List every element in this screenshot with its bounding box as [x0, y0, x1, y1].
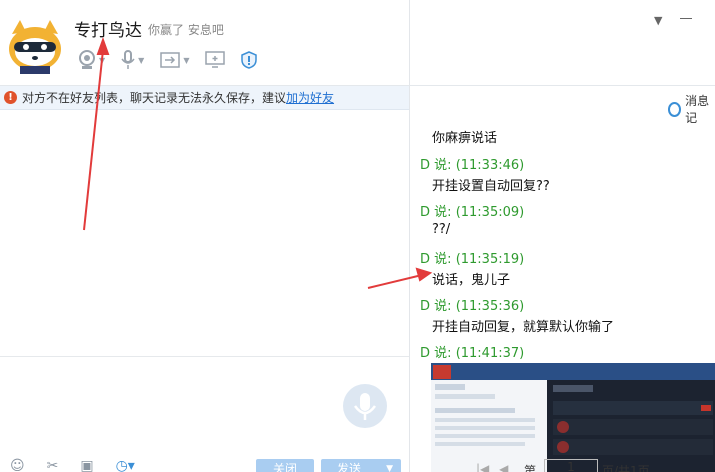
chat-window: 专打鸟达 你赢了 安息吧 ▼ ▼ ▼ ▼	[0, 0, 715, 472]
red-arrow-to-message	[367, 274, 423, 289]
red-arrowhead	[96, 37, 110, 55]
red-arrowhead	[415, 267, 433, 282]
annotation-arrows	[83, 37, 433, 289]
red-arrow-to-name	[83, 49, 104, 231]
